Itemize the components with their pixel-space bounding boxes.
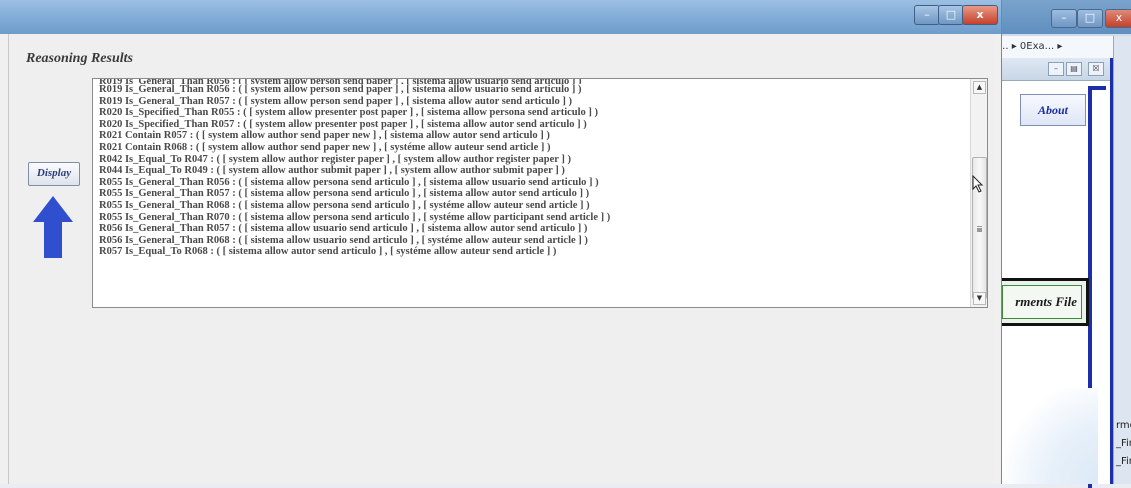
close-button[interactable]: x — [962, 5, 998, 25]
result-row[interactable]: R021 Contain R068 : ( [ system allow aut… — [99, 142, 969, 154]
inner-minimize-button[interactable]: – — [1048, 62, 1064, 76]
inner-window-titlebar: – ▤ ☒ — [998, 58, 1110, 81]
results-list: R019 Is_General_Than R056 : ( [ system a… — [99, 79, 969, 307]
far-right-window-edge: rme _Fir _Fir — [1113, 36, 1131, 484]
result-row[interactable]: R055 Is_General_Than R070 : ( [ sistema … — [99, 212, 969, 224]
maximize-button[interactable]: □ — [938, 5, 964, 25]
result-row[interactable]: R055 Is_General_Than R057 : ( [ sistema … — [99, 188, 969, 200]
result-row[interactable]: R020 Is_Specified_Than R057 : ( [ system… — [99, 119, 969, 131]
result-row[interactable]: R057 Is_Equal_To R068 : ( [ sistema allo… — [99, 246, 969, 258]
main-window-titlebar[interactable]: – □ x — [0, 0, 1001, 34]
main-window: – □ x Reasoning Results Display R019 Is_… — [0, 0, 1002, 484]
result-row[interactable]: R021 Contain R057 : ( [ system allow aut… — [99, 130, 969, 142]
documents-file-label: rments File — [1002, 285, 1082, 319]
about-button[interactable]: About — [1020, 94, 1086, 126]
result-row[interactable]: R056 Is_General_Than R068 : ( [ sistema … — [99, 235, 969, 247]
results-scrollbar[interactable]: ▲ ▼ — [970, 79, 987, 307]
result-row[interactable]: R042 Is_Equal_To R047 : ( [ system allow… — [99, 154, 969, 166]
background-minimize-button[interactable]: – — [1051, 9, 1077, 28]
minimize-button[interactable]: – — [914, 5, 940, 25]
display-button[interactable]: Display — [28, 162, 80, 186]
mouse-cursor-icon — [972, 175, 984, 193]
inner-maximize-button[interactable]: ▤ — [1066, 62, 1082, 76]
scroll-down-button[interactable]: ▼ — [973, 292, 986, 305]
background-window-titlebar: – □ x — [995, 0, 1131, 34]
result-row[interactable]: R020 Is_Specified_Than R055 : ( [ system… — [99, 107, 969, 119]
inner-close-button[interactable]: ☒ — [1088, 62, 1104, 76]
result-row[interactable]: R055 Is_General_Than R056 : ( [ sistema … — [99, 177, 969, 189]
up-arrow-icon — [33, 196, 73, 258]
result-row[interactable]: R019 Is_General_Than R057 : ( [ system a… — [99, 96, 969, 108]
scrollbar-grip — [977, 226, 982, 228]
address-breadcrumb[interactable]: ... ▸ 0Exa... ▸ — [999, 41, 1062, 52]
scroll-up-button[interactable]: ▲ — [973, 81, 986, 94]
result-row[interactable]: R055 Is_General_Than R068 : ( [ sistema … — [99, 200, 969, 212]
documents-file-button[interactable]: rments File — [995, 278, 1089, 326]
background-close-button[interactable]: x — [1105, 9, 1131, 28]
result-row[interactable]: R019 Is_General_Than R056 : ( [ system a… — [99, 84, 969, 96]
background-swirl-graphic — [998, 388, 1098, 484]
background-address-bar[interactable]: ... ▸ 0Exa... ▸ — [995, 36, 1131, 59]
edge-text-2: _Fir — [1116, 438, 1131, 449]
result-row[interactable]: R056 Is_General_Than R057 : ( [ sistema … — [99, 223, 969, 235]
edge-text-3: _Fir — [1116, 456, 1131, 467]
result-row[interactable]: R044 Is_Equal_To R049 : ( [ system allow… — [99, 165, 969, 177]
background-maximize-button[interactable]: □ — [1077, 9, 1103, 28]
results-listbox[interactable]: R019 Is_General_Than R056 : ( [ system a… — [92, 78, 988, 308]
background-window: – □ x ... ▸ 0Exa... ▸ – ▤ ☒ About rme _F… — [995, 0, 1131, 488]
panel-title: Reasoning Results — [26, 51, 133, 66]
background-inner-window: – ▤ ☒ About — [998, 58, 1114, 488]
edge-text-1: rme — [1116, 420, 1131, 431]
